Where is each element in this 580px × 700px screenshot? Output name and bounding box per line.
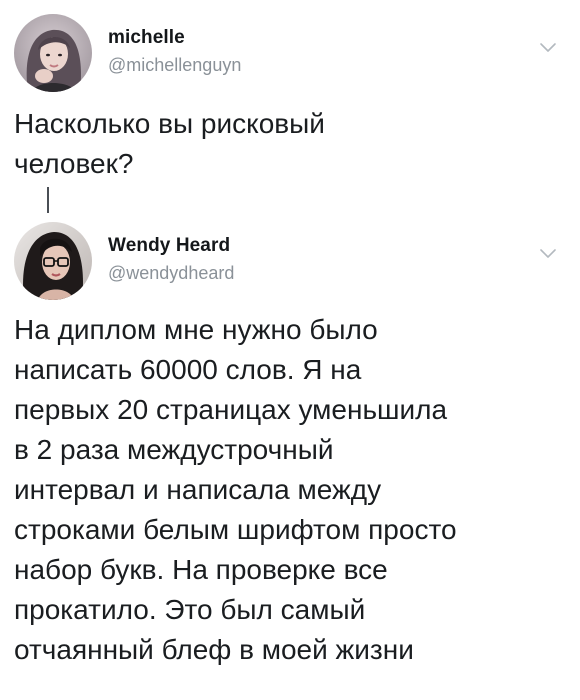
- author-handle[interactable]: @wendydheard: [108, 263, 234, 284]
- author-handle[interactable]: @michellenguyn: [108, 55, 241, 76]
- thread-connector: [47, 187, 49, 213]
- chevron-down-icon[interactable]: [538, 40, 558, 54]
- author-name[interactable]: michelle: [108, 27, 185, 49]
- avatar-image: [14, 14, 92, 92]
- avatar-image: [14, 222, 92, 300]
- author-name[interactable]: Wendy Heard: [108, 235, 230, 257]
- avatar[interactable]: [14, 14, 92, 92]
- chevron-down-icon[interactable]: [538, 246, 558, 260]
- tweet: michelle @michellenguyn Насколько вы рис…: [0, 0, 580, 212]
- tweet-text: На диплом мне нужно было написать 60000 …: [14, 314, 457, 665]
- tweet-text: Насколько вы рисковый человек?: [14, 108, 325, 179]
- tweet: Wendy Heard @wendydheard На диплом мне н…: [0, 212, 580, 700]
- avatar[interactable]: [14, 222, 92, 300]
